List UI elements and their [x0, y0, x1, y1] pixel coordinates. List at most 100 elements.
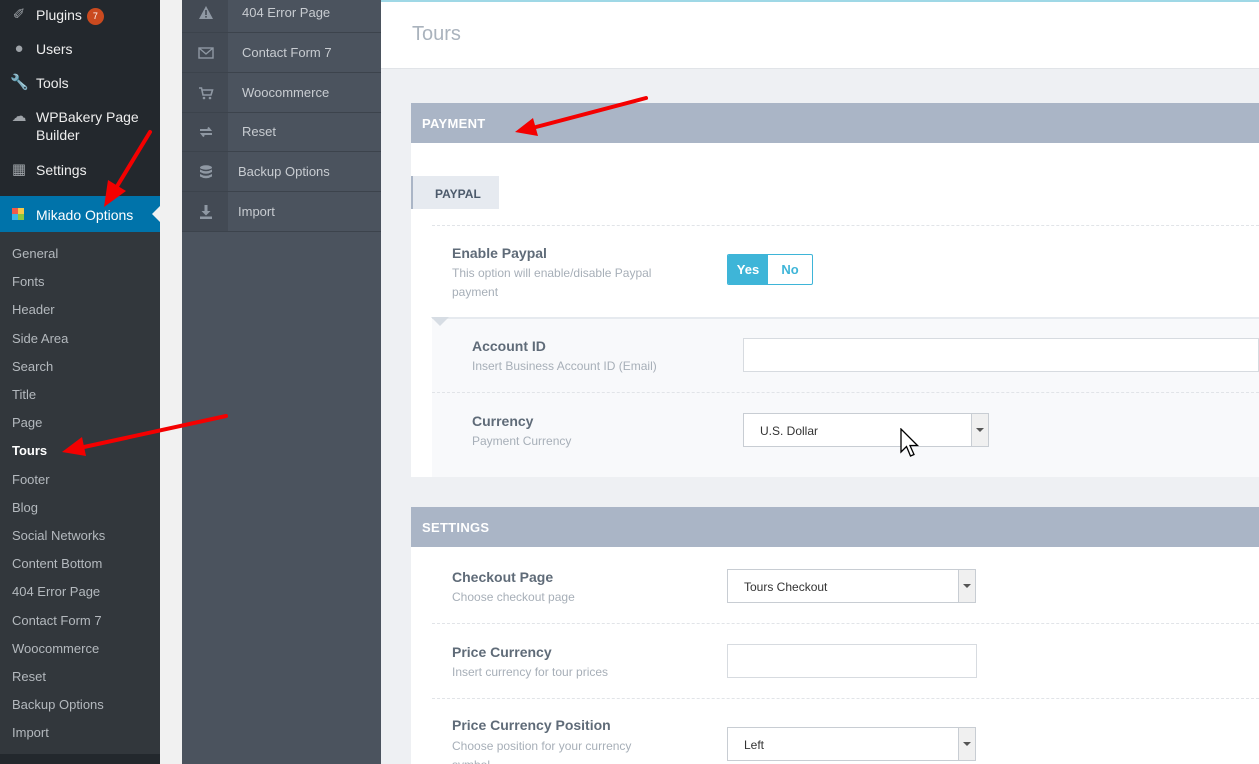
options-nav-item-reset[interactable]: Reset: [182, 112, 381, 152]
submenu-item-contact-form-7[interactable]: Contact Form 7: [12, 612, 102, 630]
account-id-title: Account ID: [472, 338, 546, 354]
payment-section-title: PAYMENT: [422, 116, 486, 131]
options-nav-label: Woocommerce: [242, 85, 330, 100]
plugins-update-badge: 7: [86, 8, 104, 25]
chevron-down-icon: [971, 414, 988, 446]
enable-paypal-desc: payment: [452, 285, 499, 299]
wpbakery-cloud-icon: ☁: [11, 108, 27, 125]
submenu-item-tours[interactable]: Tours: [12, 442, 47, 460]
toggle-yes-option[interactable]: Yes: [728, 255, 768, 284]
tab-paypal[interactable]: PAYPAL: [411, 176, 499, 209]
options-nav-item-import[interactable]: Import: [182, 192, 381, 232]
submenu-item-side-area[interactable]: Side Area: [12, 330, 68, 348]
submenu-item-import[interactable]: Import: [12, 724, 49, 742]
submenu-item-footer[interactable]: Footer: [12, 471, 50, 489]
wp-menu-label: Tools: [36, 75, 69, 91]
wp-menu-label: Users: [36, 41, 73, 57]
submenu-item-social-networks[interactable]: Social Networks: [12, 527, 105, 545]
dependency-caret: [431, 317, 449, 326]
price-currency-input[interactable]: [727, 644, 977, 678]
options-nav: 404 Error Page Contact Form 7 Woocommerc…: [182, 0, 381, 764]
price-currency-position-desc: symbol: [452, 756, 490, 764]
price-currency-position-title: Price Currency Position: [452, 717, 611, 733]
options-main-panel: Tours PAYMENT PAYPAL Enable Paypal This …: [381, 0, 1259, 764]
submenu-item-title[interactable]: Title: [12, 386, 36, 404]
mouse-cursor-icon: [900, 428, 920, 457]
page-title: Tours: [412, 23, 461, 45]
options-nav-item-woocommerce[interactable]: Woocommerce: [182, 73, 381, 113]
options-nav-item-backup-options[interactable]: Backup Options: [182, 152, 381, 192]
options-nav-label: 404 Error Page: [242, 5, 331, 20]
wp-menu-label: Mikado Options: [36, 207, 134, 223]
enable-paypal-desc: This option will enable/disable Paypal: [452, 266, 652, 280]
submenu-item-content-bottom[interactable]: Content Bottom: [12, 555, 102, 573]
submenu-item-search[interactable]: Search: [12, 358, 53, 376]
reset-icon: [199, 126, 213, 138]
options-nav-label: Reset: [242, 124, 276, 139]
submenu-item-blog[interactable]: Blog: [12, 499, 38, 517]
wp-menu-label: WPBakery Page Builder: [36, 109, 139, 143]
chevron-down-icon: [958, 728, 975, 760]
price-currency-position-select-value: Left: [744, 738, 765, 752]
price-currency-position-desc: Choose position for your currency: [452, 739, 632, 753]
wp-sidebar-footer: [0, 754, 160, 764]
payment-section-header: PAYMENT: [411, 103, 1259, 143]
checkout-page-title: Checkout Page: [452, 569, 554, 585]
tools-icon: 🔧: [10, 74, 29, 91]
divider: [432, 623, 1259, 624]
wp-menu-tools[interactable]: 🔧 Tools: [0, 74, 160, 94]
divider: [432, 698, 1259, 699]
submenu-item-reset[interactable]: Reset: [12, 668, 46, 686]
options-nav-label: Import: [238, 204, 275, 219]
warning-icon: [199, 6, 213, 19]
currency-select-value: U.S. Dollar: [760, 424, 819, 438]
options-nav-label: Contact Form 7: [242, 45, 332, 60]
wp-menu-label: Settings: [36, 162, 87, 178]
checkout-page-desc: Choose checkout page: [452, 590, 575, 604]
submenu-item-404-error-page[interactable]: 404 Error Page: [12, 583, 100, 601]
submenu-item-woocommerce[interactable]: Woocommerce: [12, 640, 99, 658]
account-id-input[interactable]: [743, 338, 1259, 372]
settings-section-title: SETTINGS: [422, 520, 490, 535]
options-nav-item-contact-form-7[interactable]: Contact Form 7: [182, 33, 381, 73]
wp-menu-label: Plugins: [36, 7, 82, 23]
database-icon: [200, 165, 212, 179]
plugin-icon: ✐: [12, 6, 26, 23]
submenu-item-page[interactable]: Page: [12, 414, 42, 432]
users-icon: ●: [14, 40, 24, 57]
account-id-desc: Insert Business Account ID (Email): [472, 359, 657, 373]
settings-section-header: SETTINGS: [411, 507, 1259, 547]
currency-select[interactable]: U.S. Dollar: [743, 413, 989, 447]
envelope-icon: [198, 47, 214, 59]
checkout-page-select-value: Tours Checkout: [744, 580, 828, 594]
submenu-item-general[interactable]: General: [12, 245, 58, 263]
checkout-page-select[interactable]: Tours Checkout: [727, 569, 976, 603]
options-page-header: Tours: [381, 0, 1259, 69]
settings-icon: ▦: [11, 161, 27, 178]
enable-paypal-toggle[interactable]: Yes No: [727, 254, 813, 285]
toggle-no-option[interactable]: No: [768, 255, 812, 284]
wp-menu-plugins[interactable]: ✐ Plugins 7: [0, 6, 160, 26]
options-nav-label: Backup Options: [238, 164, 330, 179]
mikado-submenu: General Fonts Header Side Area Search Ti…: [0, 232, 160, 754]
mikado-logo-icon: [12, 208, 24, 220]
download-icon: [200, 205, 212, 219]
submenu-item-backup-options[interactable]: Backup Options: [12, 696, 104, 714]
submenu-item-fonts[interactable]: Fonts: [12, 273, 45, 291]
wp-menu-wpbakery[interactable]: ☁ WPBakery Page Builder: [0, 108, 160, 146]
divider: [432, 392, 1259, 393]
tab-paypal-label: PAYPAL: [435, 187, 481, 201]
enable-paypal-title: Enable Paypal: [452, 245, 547, 261]
wp-menu-settings[interactable]: ▦ Settings: [0, 161, 160, 181]
submenu-item-header[interactable]: Header: [12, 301, 55, 319]
wp-admin-sidebar: ✐ Plugins 7 ● Users 🔧 Tools ☁ WPBakery Pa…: [0, 0, 160, 764]
active-menu-caret: [152, 206, 160, 222]
price-currency-desc: Insert currency for tour prices: [452, 665, 609, 679]
currency-desc: Payment Currency: [472, 434, 572, 448]
options-nav-item-404-error-page[interactable]: 404 Error Page: [182, 0, 381, 33]
cart-icon: [199, 87, 214, 100]
wp-menu-users[interactable]: ● Users: [0, 40, 160, 60]
divider: [432, 225, 1259, 226]
wp-menu-mikado-options[interactable]: Mikado Options: [0, 196, 160, 232]
price-currency-position-select[interactable]: Left: [727, 727, 976, 761]
